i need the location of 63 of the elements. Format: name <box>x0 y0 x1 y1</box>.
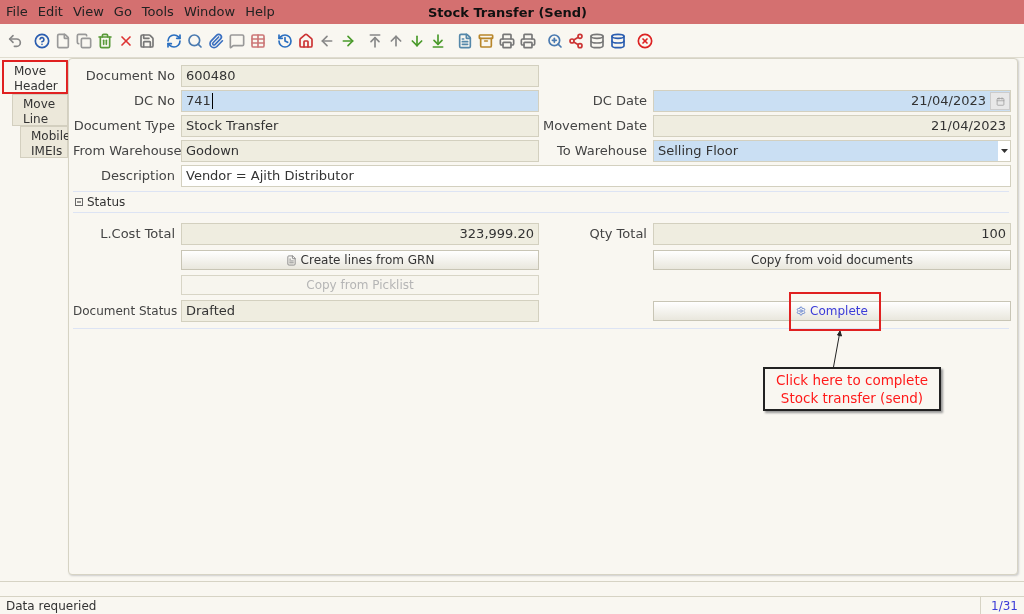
save-icon[interactable] <box>138 31 156 50</box>
gear-icon <box>796 306 807 316</box>
readonly-field: 323,999.20 <box>181 223 539 245</box>
document-icon <box>285 254 297 266</box>
readonly-field: Drafted <box>181 300 539 322</box>
database-icon[interactable] <box>588 31 606 50</box>
menu-item[interactable]: Window <box>179 2 240 22</box>
delete-icon[interactable] <box>96 31 114 50</box>
menu-item[interactable]: Help <box>241 2 279 22</box>
grid-icon[interactable] <box>249 31 267 50</box>
field-label: Document No <box>84 67 176 86</box>
section-header[interactable]: Status <box>73 191 1009 213</box>
record-counter: 1/31 <box>980 596 1024 614</box>
menu-item[interactable]: Go <box>109 2 136 22</box>
field-label: DC No <box>133 92 176 111</box>
home-icon[interactable] <box>297 31 315 50</box>
field-label: To Warehouse <box>555 142 648 161</box>
field-label: Document Status <box>73 303 179 320</box>
readonly-field: 100 <box>653 223 1011 245</box>
readonly-field: 600480 <box>181 65 539 87</box>
search-icon[interactable] <box>186 31 204 50</box>
report-icon[interactable] <box>456 31 474 50</box>
input-field[interactable]: 741 <box>181 90 539 112</box>
field-label: DC Date <box>591 92 648 111</box>
complete-button[interactable]: Complete <box>653 301 1011 321</box>
side-tab[interactable]: Move Line <box>12 94 68 126</box>
field-label: Movement Date <box>541 117 648 136</box>
workflow-icon[interactable] <box>567 31 585 50</box>
action-button[interactable]: Create lines from GRN <box>181 250 539 270</box>
readonly-field: Godown <box>181 140 539 162</box>
window-title: Stock Transfer (Send) <box>428 4 588 22</box>
status-message: Data requeried <box>5 597 97 614</box>
attachment-icon[interactable] <box>207 31 225 50</box>
field-label: Document Type <box>73 117 176 136</box>
print-icon[interactable] <box>519 31 537 50</box>
field-label: Qty Total <box>588 225 648 244</box>
side-tab[interactable]: Move Header <box>2 60 68 94</box>
chat-icon[interactable] <box>228 31 246 50</box>
menu-item[interactable]: Edit <box>33 2 67 22</box>
menu-item[interactable]: View <box>68 2 108 22</box>
side-tab[interactable]: Mobile IMEIs <box>20 126 68 158</box>
history-icon[interactable] <box>276 31 294 50</box>
field-label: Description <box>99 167 176 186</box>
copy-icon[interactable] <box>75 31 93 50</box>
archive-icon[interactable] <box>477 31 495 50</box>
new-record-icon[interactable] <box>54 31 72 50</box>
menu-item[interactable]: Tools <box>137 2 178 22</box>
print-preview-icon[interactable] <box>498 31 516 50</box>
help-icon[interactable] <box>33 31 51 50</box>
leader-line <box>832 331 844 367</box>
callout-note: Click here to complete Stock transfer (send) <box>763 367 941 411</box>
readonly-field: 21/04/2023 <box>653 115 1011 137</box>
menu-item[interactable]: File <box>2 2 32 22</box>
action-button[interactable]: Copy from void documents <box>653 250 1011 270</box>
input-field[interactable]: Vendor = Ajith Distributor <box>181 165 1011 187</box>
close-icon[interactable] <box>636 31 654 50</box>
zoom-icon[interactable] <box>546 31 564 50</box>
info-icon[interactable] <box>609 31 627 50</box>
field-label: From Warehouse <box>73 142 179 161</box>
readonly-field: Stock Transfer <box>181 115 539 137</box>
collapse-icon <box>75 198 83 206</box>
field-label: L.Cost Total <box>99 225 176 244</box>
refresh-icon[interactable] <box>165 31 183 50</box>
